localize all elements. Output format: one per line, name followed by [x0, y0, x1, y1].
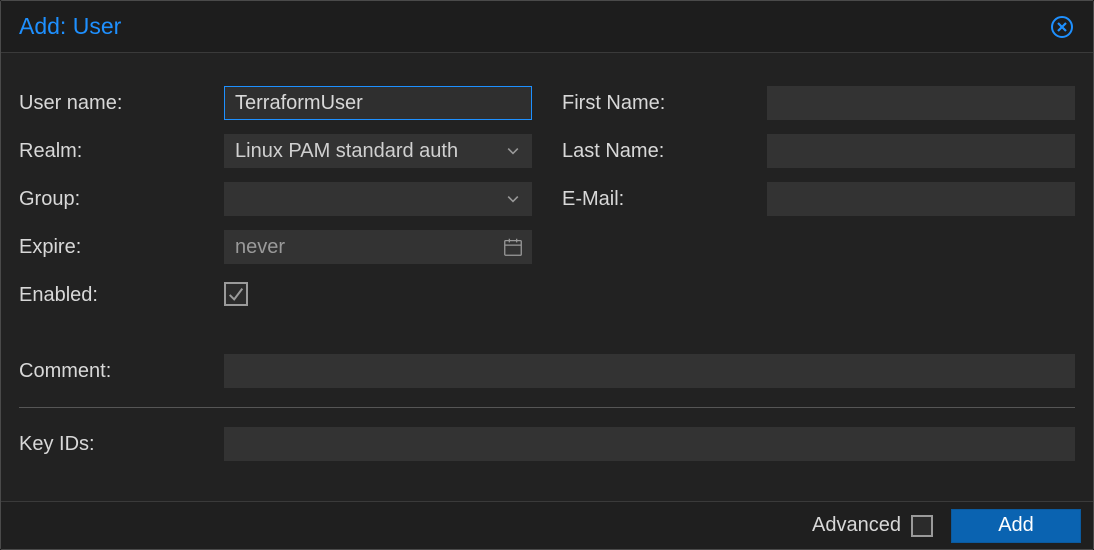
realm-row: Realm: — [19, 127, 532, 175]
firstname-label: First Name: — [562, 92, 767, 115]
realm-label: Realm: — [19, 140, 224, 163]
keyids-row: Key IDs: — [19, 420, 1075, 468]
comment-row: Comment: — [19, 347, 1075, 395]
calendar-icon — [502, 236, 524, 258]
form-column-left: User name: Realm: — [19, 79, 532, 319]
dialog-body: User name: Realm: — [1, 53, 1093, 468]
chevron-down-icon — [505, 191, 521, 207]
email-row: E-Mail: — [562, 175, 1075, 223]
lastname-row: Last Name: — [562, 127, 1075, 175]
expire-label: Expire: — [19, 236, 224, 259]
form-column-right: First Name: Last Name: E-Mail: — [562, 79, 1075, 319]
group-dropdown-trigger[interactable] — [498, 182, 528, 216]
comment-input[interactable] — [224, 354, 1075, 388]
firstname-input[interactable] — [767, 86, 1075, 120]
advanced-toggle[interactable]: Advanced — [812, 514, 933, 537]
advanced-label: Advanced — [812, 514, 901, 537]
lastname-input[interactable] — [767, 134, 1075, 168]
advanced-checkbox[interactable] — [911, 515, 933, 537]
email-label: E-Mail: — [562, 188, 767, 211]
expire-date-trigger[interactable] — [498, 230, 528, 264]
form-columns: User name: Realm: — [19, 79, 1075, 319]
realm-dropdown-trigger[interactable] — [498, 134, 528, 168]
group-select[interactable] — [224, 182, 532, 216]
username-row: User name: — [19, 79, 532, 127]
enabled-label: Enabled: — [19, 284, 224, 307]
comment-label: Comment: — [19, 360, 224, 383]
add-user-dialog: Add: User User name: Realm: — [0, 0, 1094, 550]
username-input[interactable] — [224, 86, 532, 120]
group-row: Group: — [19, 175, 532, 223]
expire-input[interactable] — [224, 230, 532, 264]
email-input[interactable] — [767, 182, 1075, 216]
keyids-input[interactable] — [224, 427, 1075, 461]
separator — [19, 407, 1075, 408]
checkmark-icon — [227, 285, 245, 303]
dialog-footer: Advanced Add — [1, 501, 1093, 549]
dialog-title: Add: User — [19, 13, 121, 40]
add-button[interactable]: Add — [951, 509, 1081, 543]
username-label: User name: — [19, 92, 224, 115]
firstname-row: First Name: — [562, 79, 1075, 127]
keyids-label: Key IDs: — [19, 433, 224, 456]
dialog-titlebar: Add: User — [1, 1, 1093, 53]
enabled-checkbox[interactable] — [224, 282, 248, 306]
group-label: Group: — [19, 188, 224, 211]
lastname-label: Last Name: — [562, 140, 767, 163]
realm-select[interactable] — [224, 134, 532, 168]
expire-row: Expire: — [19, 223, 532, 271]
close-button[interactable] — [1049, 14, 1075, 40]
close-icon — [1050, 15, 1074, 39]
enabled-row: Enabled: — [19, 271, 532, 319]
form-fullwidth: Comment: Key IDs: — [19, 347, 1075, 468]
chevron-down-icon — [505, 143, 521, 159]
